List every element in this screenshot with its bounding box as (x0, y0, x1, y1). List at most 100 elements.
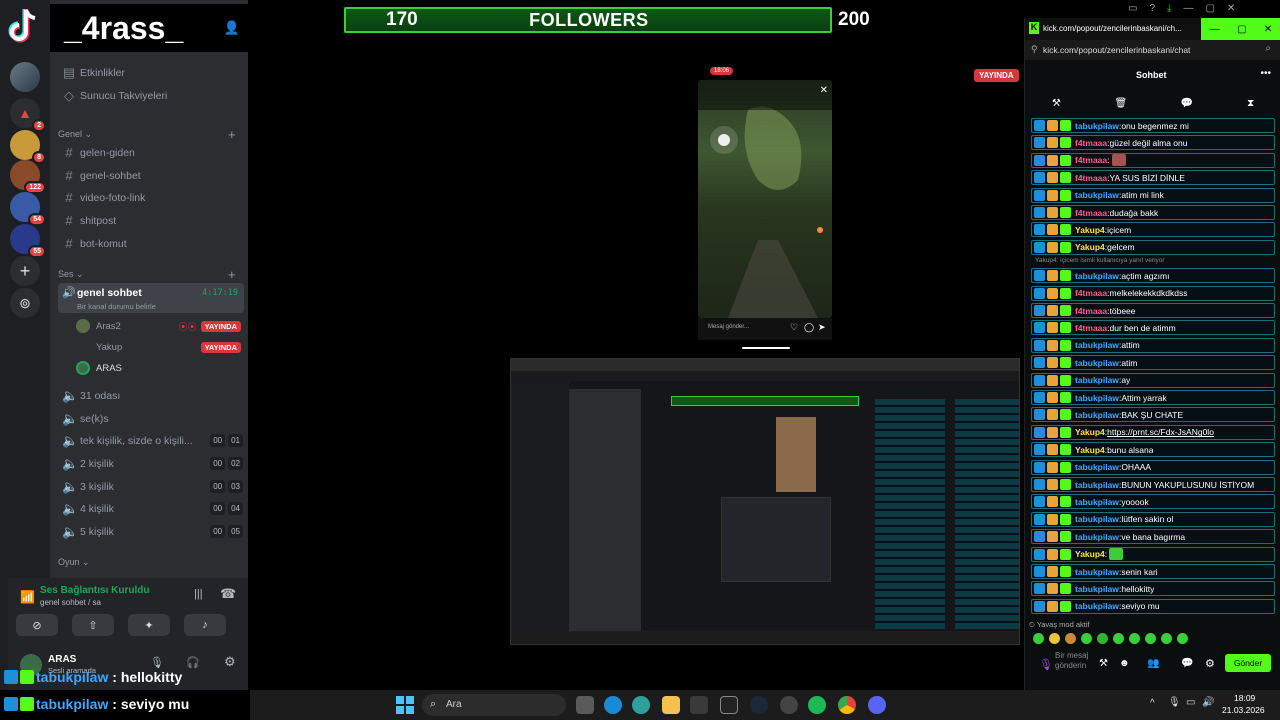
emote-icon[interactable] (1097, 633, 1108, 644)
category-voice[interactable]: Ses ⌄ (58, 269, 84, 280)
trash-icon[interactable]: 🗑 (1115, 98, 1128, 109)
chat-message[interactable]: tabukpilaw: seviyo mu (1031, 598, 1275, 614)
chat-message[interactable]: tabukpilaw: hellokitty (1031, 581, 1275, 597)
edge-dev-icon[interactable] (632, 696, 650, 714)
network-icon[interactable]: ▭ (1186, 697, 1195, 708)
emote-icon[interactable] (1161, 633, 1172, 644)
chat-username[interactable]: tabukpilaw (1075, 121, 1119, 131)
taskbar-search[interactable]: ⌕ Ara (422, 694, 566, 716)
chat-username[interactable]: tabukpilaw (1075, 190, 1119, 200)
voice-channel-item[interactable]: 🔈 2 kişilik 00 02 (58, 453, 243, 474)
volume-icon[interactable]: 🔊 (1202, 697, 1214, 708)
chat-username[interactable]: tabukpilaw (1075, 532, 1119, 542)
download-icon[interactable]: ⤓ (1167, 3, 1171, 17)
voice-channel-item[interactable]: 🔈 5 kişilik 00 05 (58, 521, 243, 542)
chat-message[interactable]: tabukpilaw: BUNUN YAKUPLUSUNU İSTİYOM (1031, 477, 1275, 492)
chat-username[interactable]: tabukpilaw (1075, 410, 1119, 420)
emote-icon[interactable] (1177, 633, 1188, 644)
chat-message[interactable]: tabukpilaw: lütfen sakin ol (1031, 511, 1275, 527)
disconnect-icon[interactable]: ☎ (220, 586, 236, 602)
close-icon[interactable]: ✕ (1227, 3, 1235, 17)
chat-message[interactable]: Yakup4: bunu alsana (1031, 442, 1275, 458)
chat-username[interactable]: tabukpilaw (1075, 340, 1119, 350)
chat-username[interactable]: tabukpilaw (1075, 393, 1119, 403)
kick-address-bar[interactable]: ⚲ kick.com/popout/zencilerinbaskani/chat… (1025, 40, 1280, 60)
gear-icon[interactable]: ⚙ (1205, 657, 1215, 670)
chat-message[interactable]: tabukpilaw: ve bana bagırma (1031, 529, 1275, 545)
window-close-icon[interactable]: ✕ (1264, 24, 1272, 35)
chat-message[interactable]: tabukpilaw: OHAAA (1031, 459, 1275, 475)
monitor-icon[interactable]: ▭ (1128, 3, 1137, 17)
channel-item[interactable]: # gelen-giden (58, 142, 243, 163)
chat-username[interactable]: Yakup4 (1075, 242, 1105, 252)
emote-icon[interactable] (1065, 633, 1076, 644)
file-explorer-icon[interactable] (662, 696, 680, 714)
start-icon[interactable] (396, 696, 414, 714)
chat-username[interactable]: tabukpilaw (1075, 375, 1119, 385)
voice-user[interactable]: Aras2 ⦿⦿ YAYINDA (76, 317, 241, 335)
discord-icon[interactable] (868, 696, 886, 714)
server-icon-1[interactable] (10, 62, 40, 92)
more-icon[interactable]: ••• (1260, 68, 1271, 79)
phone-message-input[interactable]: Mesaj gönder... (708, 324, 749, 330)
connection-sub[interactable]: genel sohbet / sa (40, 598, 101, 607)
chat-message[interactable]: tabukpilaw: BAK ŞU CHATE (1031, 407, 1275, 423)
heart-icon[interactable]: ♡ (790, 322, 798, 333)
app-icon[interactable] (780, 696, 798, 714)
server-icon-2[interactable]: ▲ 2 (10, 98, 46, 132)
emote-icon[interactable] (1113, 633, 1124, 644)
server-header[interactable]: _4rass_ 👤 (50, 4, 248, 52)
chat-message[interactable]: tabukpilaw: senin kari (1031, 564, 1275, 579)
chat-message[interactable]: Yakup4: içicem (1031, 222, 1275, 238)
voice-channel-item[interactable]: 🔈 31 odası (58, 385, 243, 406)
tray-chevron-icon[interactable]: ^ (1150, 698, 1155, 709)
category-general[interactable]: Genel ⌄ (58, 129, 92, 140)
boosts-item[interactable]: ◇ Sunucu Takviyeleri (58, 85, 243, 106)
share-icon[interactable]: ➤ (818, 322, 826, 333)
gear-icon[interactable]: ⚙ (224, 654, 236, 670)
chat-username[interactable]: f4tmaaa (1075, 208, 1107, 218)
chat-message[interactable]: tabukpilaw: ay (1031, 372, 1275, 388)
emote-icon[interactable] (1145, 633, 1156, 644)
chat-username[interactable]: tabukpilaw (1075, 462, 1119, 472)
zoom-icon[interactable]: ⌕ (1265, 43, 1271, 54)
chat-message[interactable]: tabukpilaw: onu begenmez mi (1031, 118, 1275, 133)
voice-channel-item[interactable]: 🔈 4 kişilik 00 04 (58, 498, 243, 519)
chat-username[interactable]: f4tmaaa (1075, 138, 1107, 148)
window-maximize-icon[interactable]: ▢ (1237, 24, 1246, 35)
chat-bubble-icon[interactable]: 💬 (1181, 98, 1193, 109)
voice-status[interactable]: Bir kanal durumu belirle (77, 302, 156, 311)
task-view-icon[interactable] (576, 696, 594, 714)
spotify-icon[interactable] (808, 696, 826, 714)
emote-icon[interactable] (1033, 633, 1044, 644)
command-icon[interactable]: ⚒ (1099, 658, 1108, 669)
chat-username[interactable]: tabukpilaw (1075, 567, 1119, 577)
chat-input[interactable]: Bir mesaj gönderin (1055, 651, 1091, 671)
noise-icon[interactable]: ||| (194, 588, 203, 600)
chat-username[interactable]: f4tmaaa (1075, 306, 1107, 316)
voice-channel-item[interactable]: 🔈 se(k)s (58, 408, 243, 429)
chat-message[interactable]: tabukpilaw: attim (1031, 337, 1275, 353)
server-icon-5[interactable]: 54 (10, 192, 46, 226)
chat-message[interactable]: Yakup4: https://prnt.sc/Fdx-JsANg0lo (1031, 424, 1275, 440)
channel-item[interactable]: # genel-sohbet (58, 165, 243, 186)
emote-icon[interactable] (1049, 633, 1060, 644)
chat-message[interactable]: f4tmaaa: güzel değil alma onu (1031, 135, 1275, 151)
hourglass-icon[interactable]: ⧗ (1247, 98, 1254, 109)
chat-message[interactable]: tabukpilaw: açtim agzımı (1031, 268, 1275, 284)
chat-message[interactable]: tabukpilaw: atim (1031, 355, 1275, 371)
chat-message[interactable]: tabukpilaw: Attim yarrak (1031, 390, 1275, 405)
chat-message[interactable]: Yakup4: gelcem (1031, 239, 1275, 255)
chat-username[interactable]: f4tmaaa (1075, 173, 1107, 183)
channel-item[interactable]: # video-foto-link (58, 187, 243, 208)
chat-username[interactable]: Yakup4 (1075, 549, 1105, 559)
minimize-icon[interactable]: — (1183, 3, 1193, 17)
chat-username[interactable]: f4tmaaa (1075, 155, 1107, 165)
chat-username[interactable]: f4tmaaa (1075, 323, 1107, 333)
headphones-icon[interactable]: 🎧 (186, 656, 200, 669)
soundboard-button[interactable]: ♪ (184, 614, 226, 636)
server-icon-3[interactable]: 8 (10, 130, 46, 164)
tray-mic-icon[interactable]: 🎙 (1168, 697, 1181, 708)
mic-icon[interactable]: 🎙 (1039, 658, 1053, 671)
voice-user[interactable]: Yakup YAYINDA (76, 338, 241, 356)
